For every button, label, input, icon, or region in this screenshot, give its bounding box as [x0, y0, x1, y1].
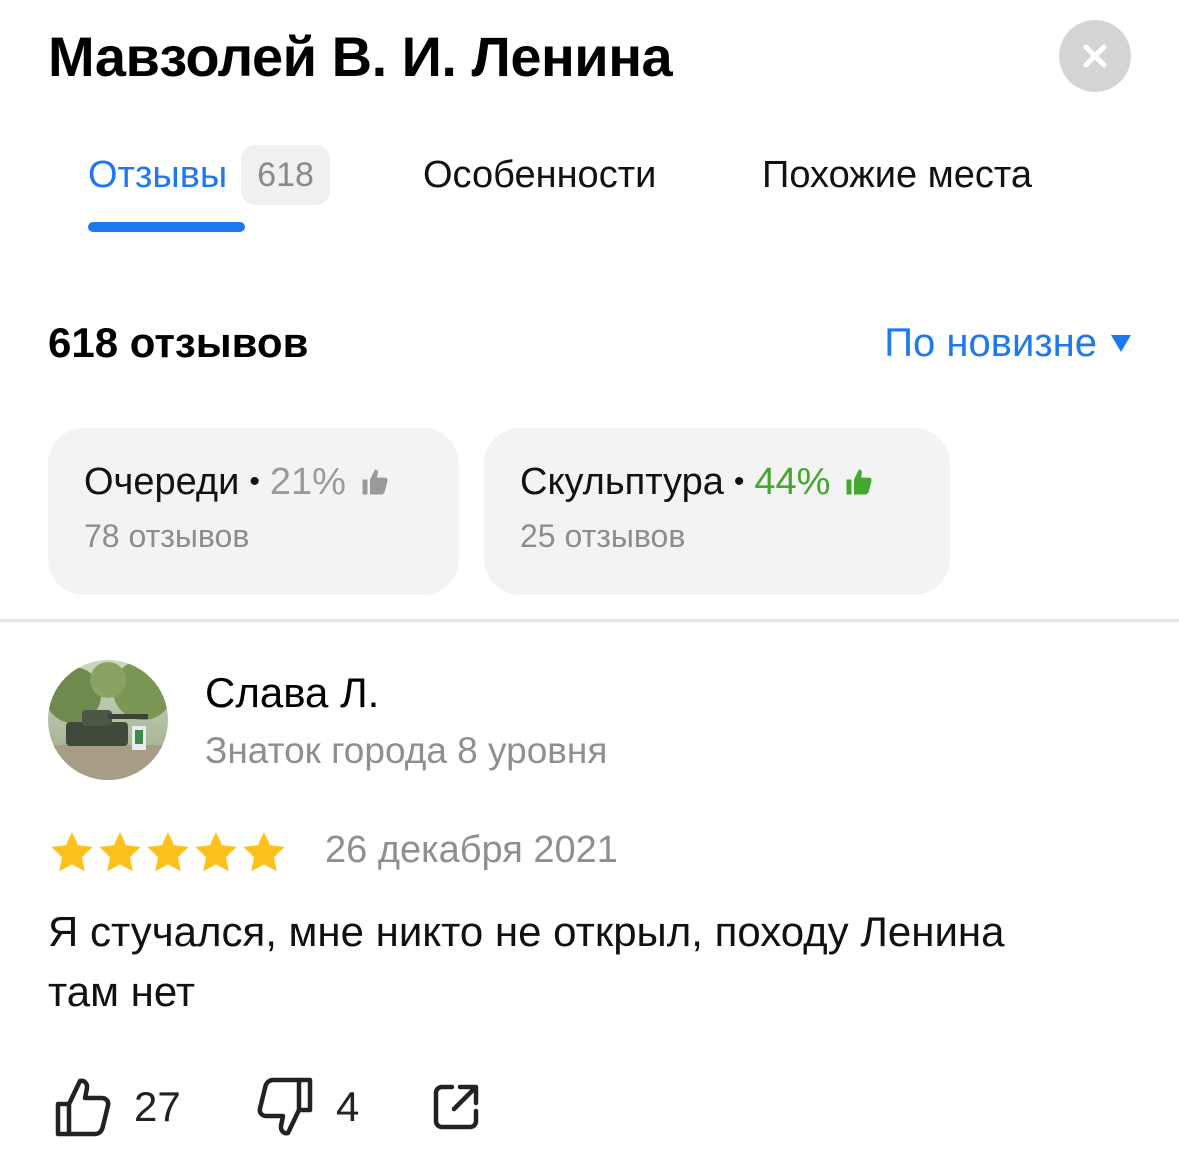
- star-icon: [243, 832, 285, 872]
- star-icon: [51, 832, 93, 872]
- like-button[interactable]: 27: [54, 1072, 181, 1142]
- tab-features[interactable]: Особенности: [423, 140, 656, 210]
- aspect-reviews-count: 78 отзывов: [84, 518, 250, 554]
- star-icon: [195, 832, 237, 872]
- tab-similar-places[interactable]: Похожие места: [762, 140, 1032, 210]
- dislike-count: 4: [336, 1083, 360, 1130]
- close-button[interactable]: [1059, 20, 1131, 92]
- star-icon: [99, 832, 141, 872]
- share-icon: [433, 1084, 479, 1130]
- close-icon: [1083, 44, 1107, 68]
- sort-dropdown[interactable]: По новизне: [884, 318, 1131, 368]
- separator-dot: •: [733, 465, 745, 498]
- aspect-percent: 44%: [754, 461, 831, 503]
- section-divider: [0, 619, 1179, 622]
- share-button[interactable]: [430, 1072, 482, 1142]
- tab-similar-places-label: Похожие места: [762, 153, 1033, 196]
- dislike-button[interactable]: 4: [256, 1072, 359, 1142]
- tab-features-label: Особенности: [423, 153, 657, 196]
- tab-reviews-count-badge: 618: [241, 145, 330, 205]
- review-author-name[interactable]: Слава Л.: [205, 668, 379, 718]
- caret-down-icon: [1111, 334, 1131, 352]
- review-author-level: Знаток города 8 уровня: [205, 730, 608, 771]
- separator-dot: •: [249, 465, 260, 498]
- thumb-down-icon: [257, 1077, 313, 1136]
- review-date: 26 декабря 2021: [325, 829, 618, 871]
- page-title: Мавзолей В. И. Ленина: [48, 25, 673, 88]
- aspect-chip-queues[interactable]: Очереди • 21% 78 отзывов: [48, 428, 459, 595]
- tab-reviews-label: Отзывы: [88, 153, 228, 196]
- sort-label: По новизне: [884, 321, 1097, 365]
- like-count: 27: [134, 1083, 181, 1130]
- rating-stars: [48, 830, 288, 876]
- avatar[interactable]: [48, 660, 168, 780]
- aspect-chip-sculpture[interactable]: Скульптура • 44% 25 отзывов: [484, 428, 950, 595]
- star-icon: [147, 832, 189, 872]
- thumb-up-icon: [844, 467, 874, 497]
- aspect-reviews-count: 25 отзывов: [520, 518, 686, 554]
- review-actions: 27 4: [48, 1072, 748, 1142]
- thumb-up-icon: [55, 1078, 111, 1137]
- aspect-percent: 21%: [269, 461, 346, 503]
- thumb-up-icon: [360, 467, 390, 497]
- aspect-name: Очереди: [84, 461, 240, 503]
- aspect-name: Скульптура: [520, 461, 724, 503]
- active-tab-indicator: [88, 222, 245, 232]
- reviews-count-heading: 618 отзывов: [48, 319, 309, 366]
- review-text: Я стучался, мне никто не открыл, походу …: [48, 908, 1005, 1015]
- tab-bar: Отзывы 618 Особенности Похожие места: [0, 140, 1179, 240]
- tab-reviews[interactable]: Отзывы 618: [88, 140, 330, 210]
